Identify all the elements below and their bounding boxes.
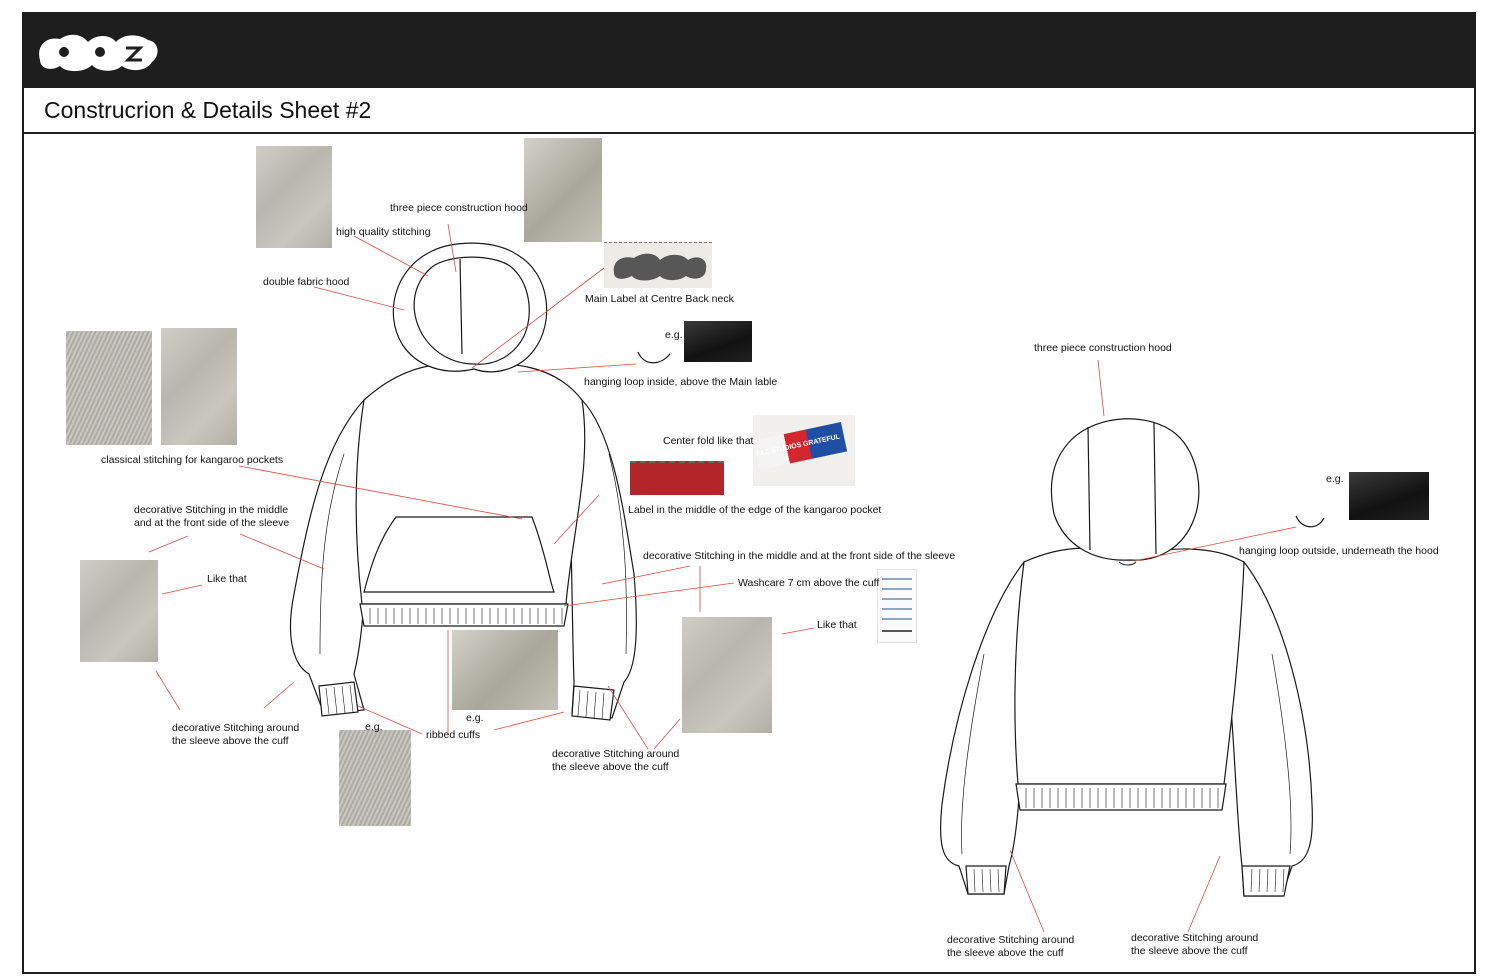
front-hem-band: [359, 603, 569, 627]
back-hood: [1050, 418, 1200, 561]
hood-construction-photo: [524, 138, 602, 242]
center-fold-label-flag: FAZ STUDIOS GRATEFUL: [753, 421, 848, 471]
back-body: [1014, 547, 1245, 785]
ribbed-cuff-photo: [452, 630, 558, 710]
cuff-example-photo: [339, 730, 411, 826]
technical-drawing: [148, 223, 1325, 933]
annotation-like-that-left: Like that: [207, 573, 247, 585]
front-left-cuff: [318, 681, 359, 717]
annotation-washcare: Washcare 7 cm above the cuff: [738, 577, 880, 589]
front-kangaroo-pocket: [363, 516, 555, 593]
annotation-label-kangaroo: Label in the middle of the edge of the k…: [628, 504, 882, 516]
back-left-cuff: [965, 865, 1007, 895]
annotation-center-fold: Center fold like that: [663, 435, 754, 447]
annotation-back-cuff-stitch-right: decorative Stitching around the sleeve a…: [1131, 932, 1259, 957]
sleeve-stitching-photo-left: [80, 560, 158, 662]
annotation-cuff-stitch-left: decorative Stitching around the sleeve a…: [172, 722, 300, 747]
kangaroo-pocket-photo-2: [161, 328, 237, 445]
back-hanging-loop-glyph: [1295, 515, 1325, 528]
back-hem-band: [1015, 783, 1227, 811]
annotation-high-quality-stitching: high quality stitching: [336, 226, 431, 238]
annotation-back-hood-three-piece: three piece construction hood: [1034, 342, 1172, 354]
kangaroo-pocket-photo-1: [66, 331, 152, 445]
hanging-loop-inside-photo: [684, 321, 752, 362]
annotation-cuff-stitch-right: decorative Stitching around the sleeve a…: [552, 748, 680, 773]
main-label-logo-icon: [613, 253, 707, 281]
annotation-like-that-right: Like that: [817, 619, 857, 631]
annotation-decorative-sleeve-left: decorative Stitching in the middle and a…: [134, 504, 290, 529]
annotation-ribbed-cuffs: ribbed cuffs: [426, 729, 481, 741]
hood-stitching-photo: [256, 146, 332, 248]
back-hoodie-sketch: [939, 418, 1313, 897]
main-label-photo: [604, 242, 712, 288]
annotation-hanging-loop-outside: hanging loop outside, underneath the hoo…: [1239, 545, 1439, 557]
kangaroo-label-photo: [630, 461, 724, 495]
front-hanging-loop-glyph: [637, 351, 671, 364]
tech-pack-sheet: Construcrion & Details Sheet #2 FAZ STUD…: [22, 12, 1476, 974]
annotation-hood-three-piece: three piece construction hood: [390, 202, 528, 214]
annotation-hanging-loop-inside: hanging loop inside, above the Main labl…: [584, 376, 778, 388]
annotation-main-label: Main Label at Centre Back neck: [585, 293, 734, 305]
annotation-back-cuff-stitch-left: decorative Stitching around the sleeve a…: [947, 934, 1075, 959]
hanging-loop-outside-photo: [1349, 472, 1429, 520]
annotation-eg-loop: e.g.: [665, 329, 683, 341]
annotation-decorative-sleeve-right: decorative Stitching in the middle and a…: [643, 550, 956, 562]
sleeve-stitching-photo-right: [682, 617, 772, 733]
annotation-eg-cuff: e.g.: [365, 721, 383, 733]
annotation-double-fabric-hood: double fabric hood: [263, 276, 350, 288]
annotation-classical-stitching: classical stitching for kangaroo pockets: [101, 454, 284, 466]
washcare-label-photo: [877, 569, 917, 643]
center-fold-label-photo: FAZ STUDIOS GRATEFUL: [753, 415, 855, 486]
annotation-back-eg-loop: e.g.: [1326, 473, 1344, 485]
annotation-eg-ribbed: e.g.: [466, 712, 484, 724]
